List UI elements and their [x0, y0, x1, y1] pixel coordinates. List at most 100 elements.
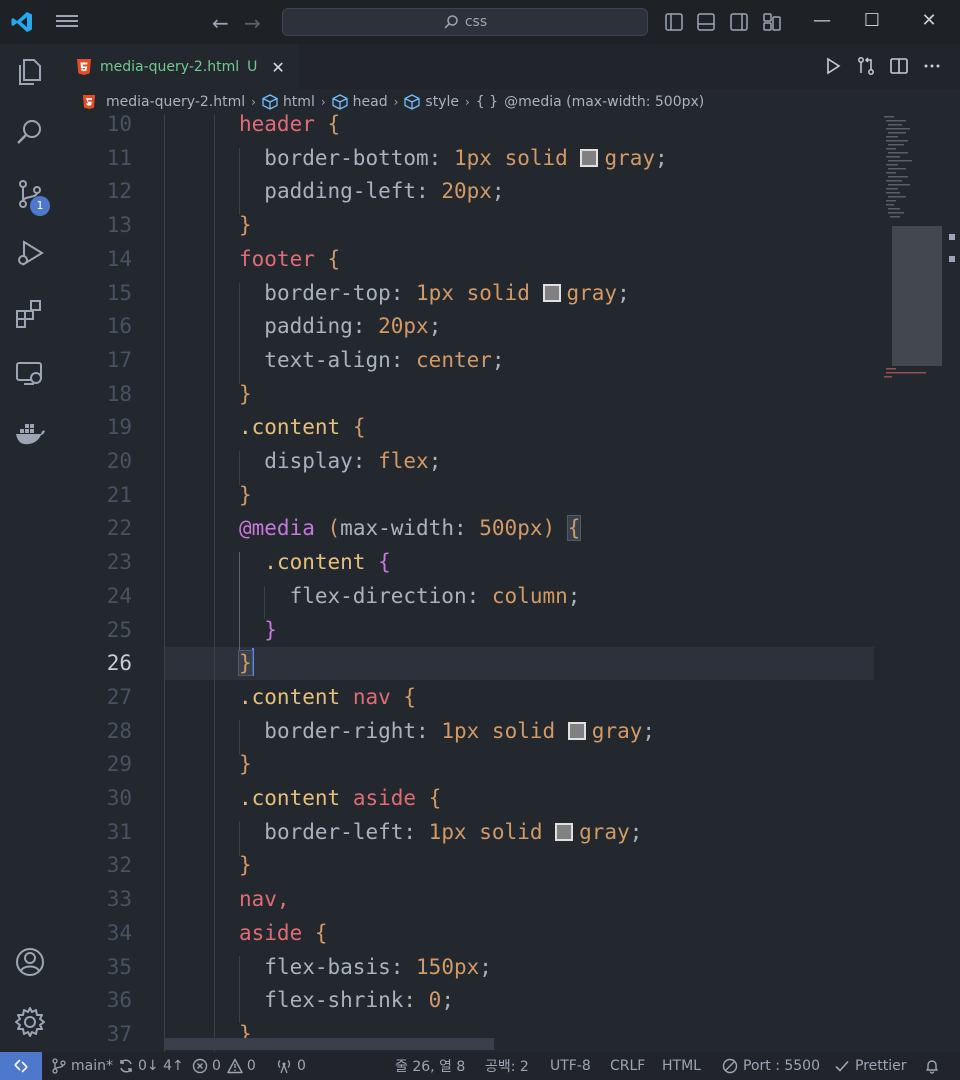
cursor-position[interactable]: 줄 26, 열 8 [395, 1052, 465, 1080]
tok-brace: } [239, 381, 252, 406]
more-actions-icon[interactable] [922, 56, 942, 76]
tok-brace: } [239, 482, 252, 507]
breadcrumb-html-label: html [282, 94, 315, 110]
minimap[interactable] [882, 114, 944, 394]
tok-semicolon: ; [642, 718, 656, 743]
code-line: 32 } [60, 849, 960, 883]
search-view-icon[interactable] [14, 116, 46, 148]
code-text: border-top: 1px solid gray; [239, 277, 629, 311]
maximize-button[interactable]: ☐ [860, 10, 884, 34]
accounts-icon[interactable] [14, 946, 46, 978]
customize-layout-icon[interactable] [762, 12, 782, 32]
end-of-line[interactable]: CRLF [610, 1052, 645, 1080]
indentation[interactable]: 공백: 2 [485, 1052, 529, 1080]
git-branch-icon [52, 1058, 66, 1074]
run-debug-icon[interactable] [14, 238, 46, 270]
open-changes-icon[interactable] [856, 56, 876, 76]
explorer-icon[interactable] [14, 56, 46, 88]
search-text: css [464, 14, 488, 30]
tok-number: 1px [441, 718, 480, 743]
problems[interactable]: 0 0 [192, 1052, 256, 1080]
code-text: header { [239, 114, 340, 142]
git-branch[interactable]: main* [52, 1052, 113, 1080]
language-mode[interactable]: HTML [662, 1052, 701, 1080]
ports-count: 0 [297, 1058, 306, 1074]
code-line: 15 border-top: 1px solid gray; [60, 277, 960, 311]
toggle-primary-sidebar-icon[interactable] [664, 12, 684, 32]
extensions-icon[interactable] [14, 298, 46, 330]
tok-value: gray [604, 145, 656, 170]
nav-back-button[interactable]: ← [212, 11, 229, 35]
close-window-button[interactable]: ✕ [917, 10, 941, 34]
code-text: } [239, 378, 252, 412]
minimize-button[interactable]: — [810, 10, 834, 34]
code-text: } [239, 479, 252, 513]
scrollbar-cursor-marker [949, 234, 955, 240]
chevron-right-icon: › [464, 95, 470, 109]
tok-value: solid [466, 280, 530, 305]
tok-property: flex-shrink: [264, 988, 417, 1013]
tok-property: border-left: [264, 819, 417, 844]
remote-explorer-icon[interactable] [14, 358, 46, 390]
color-swatch[interactable] [555, 822, 574, 841]
tok-selector: nav [352, 684, 391, 709]
breadcrumb-media[interactable]: { } @media (max-width: 500px) [476, 94, 704, 110]
code-line: 16 padding: 20px; [60, 310, 960, 344]
code-text: border-right: 1px solid gray; [239, 715, 655, 749]
color-swatch[interactable] [542, 283, 561, 302]
tok-brace: { [314, 920, 328, 945]
ports[interactable]: 0 [276, 1052, 306, 1080]
line-number: 14 [106, 246, 132, 271]
line-number: 32 [106, 853, 132, 878]
tok-brace: { [428, 786, 442, 810]
tok-selector: .content [239, 415, 341, 440]
vertical-scrollbar[interactable] [944, 114, 960, 1052]
menu-icon[interactable] [56, 12, 78, 32]
code-editor[interactable]: 10 header { 11 border-bottom: 1px solid … [60, 114, 960, 1052]
breadcrumb-head[interactable]: head [331, 94, 388, 110]
line-number: 12 [106, 179, 132, 204]
code-text: display: flex; [239, 445, 441, 479]
line-number: 33 [106, 887, 132, 912]
docker-icon[interactable] [14, 418, 46, 450]
live-server-port[interactable]: Port : 5500 [722, 1052, 820, 1080]
split-editor-icon[interactable] [889, 56, 909, 76]
breadcrumb-file[interactable]: media-query-2.html [82, 94, 245, 110]
breadcrumb-html[interactable]: html [262, 94, 315, 110]
tab-media-query-2[interactable]: media-query-2.html U ✕ [60, 44, 298, 89]
remote-indicator[interactable] [0, 1052, 42, 1080]
prettier-label: Prettier [855, 1058, 907, 1074]
notifications[interactable] [924, 1052, 940, 1080]
encoding[interactable]: UTF-8 [550, 1052, 591, 1080]
line-number: 29 [106, 752, 132, 777]
prettier[interactable]: Prettier [834, 1052, 907, 1080]
code-line: 21 } [60, 479, 960, 513]
settings-gear-icon[interactable] [14, 1006, 46, 1038]
code-text: } [239, 849, 252, 883]
line-number: 13 [106, 213, 132, 238]
tok-number: 500px [479, 516, 543, 541]
breadcrumb-style[interactable]: style [404, 94, 459, 110]
tok-selector: .content [264, 550, 366, 575]
code-line: 34 aside { [60, 917, 960, 951]
horizontal-scrollbar[interactable] [164, 1038, 494, 1050]
tab-close-icon[interactable]: ✕ [271, 58, 284, 77]
tok-paren: ( [327, 516, 341, 541]
tok-semicolon: ; [428, 314, 442, 339]
code-line: 35 flex-basis: 150px; [60, 951, 960, 985]
toggle-panel-icon[interactable] [696, 12, 716, 32]
color-swatch[interactable] [567, 721, 586, 740]
run-icon[interactable] [823, 56, 843, 76]
nav-forward-button[interactable]: → [244, 11, 261, 35]
toggle-secondary-sidebar-icon[interactable] [729, 12, 749, 32]
code-text: } [239, 748, 252, 782]
command-center-search[interactable]: css [282, 8, 648, 36]
color-swatch[interactable] [580, 148, 599, 167]
tok-property: display: [264, 449, 366, 473]
tok-selector: header [239, 114, 315, 136]
breadcrumb-style-label: style [425, 94, 459, 110]
git-sync[interactable]: 0↓ 4↑ [118, 1052, 184, 1080]
tok-property: border-right: [264, 718, 429, 743]
tok-value: flex [378, 449, 429, 473]
tok-value: solid [491, 718, 556, 743]
